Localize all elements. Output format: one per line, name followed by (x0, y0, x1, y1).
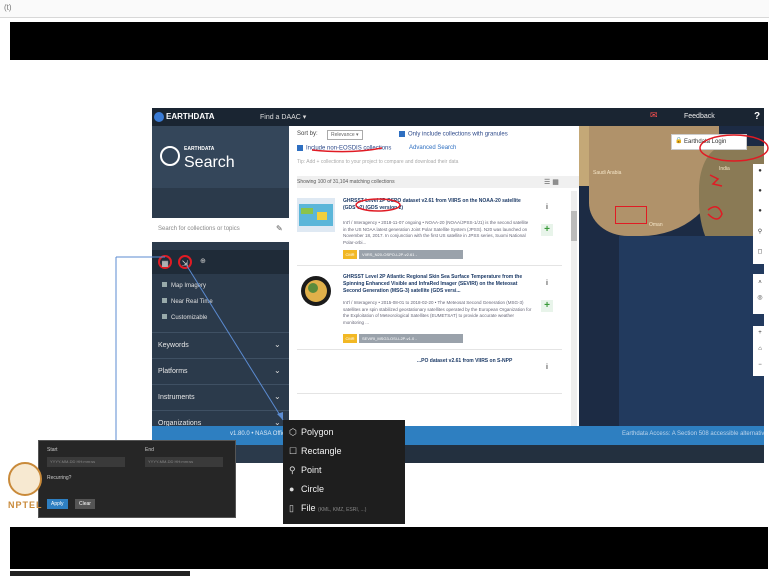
rectangle-icon: ☐ (289, 446, 298, 456)
polygon-icon: ⬡ (289, 427, 297, 437)
temporal-dialog: Start End YYYY-MM-DD HH:mm:ss YYYY-MM-DD… (38, 440, 236, 518)
annotation-scribble (709, 174, 723, 187)
point-icon: ⚲ (289, 465, 296, 475)
annotation-scribble (707, 206, 723, 220)
annotation-circle (355, 198, 401, 212)
annotation-circle (699, 134, 769, 162)
start-date-input[interactable]: YYYY-MM-DD HH:mm:ss (47, 457, 125, 467)
menu-item-label: Point (301, 465, 322, 475)
video-letterbox-bottom (10, 527, 768, 569)
annotation-arrowhead (277, 412, 283, 420)
menu-item-label: Polygon (301, 427, 334, 437)
video-seek-bar[interactable] (10, 571, 190, 576)
nptel-logo-icon (8, 462, 42, 496)
menu-item-label: File (301, 503, 316, 513)
video-progress-strip (0, 569, 769, 577)
menu-item-polygon[interactable]: ⬡ Polygon (289, 427, 334, 438)
recurring-checkbox[interactable]: Recurring? (47, 475, 71, 481)
menu-item-point[interactable]: ⚲ Point (289, 465, 322, 476)
menu-item-rectangle[interactable]: ☐ Rectangle (289, 446, 342, 457)
menu-item-circle[interactable]: ● Circle (289, 484, 324, 494)
annotation-arrow-line (186, 265, 284, 421)
end-label: End (145, 447, 154, 453)
menu-item-file[interactable]: ▯ File (KML, KMZ, ESRI, ...) (289, 503, 366, 514)
menu-item-label: Rectangle (301, 446, 342, 456)
start-label: Start (47, 447, 58, 453)
nptel-watermark: NPTEL (8, 500, 43, 510)
annotation-underline (311, 147, 383, 153)
file-icon: ▯ (289, 503, 294, 513)
clear-button[interactable]: Clear (75, 499, 95, 509)
apply-button[interactable]: Apply (47, 499, 68, 509)
menu-item-label: Circle (301, 484, 325, 494)
spatial-search-dropdown: ⬡ Polygon ☐ Rectangle ⚲ Point ● Circle ▯ File… (283, 420, 405, 524)
circle-icon: ● (289, 484, 295, 494)
menu-item-hint: (KML, KMZ, ESRI, ...) (318, 507, 367, 513)
end-date-input[interactable]: YYYY-MM-DD HH:mm:ss (145, 457, 223, 467)
